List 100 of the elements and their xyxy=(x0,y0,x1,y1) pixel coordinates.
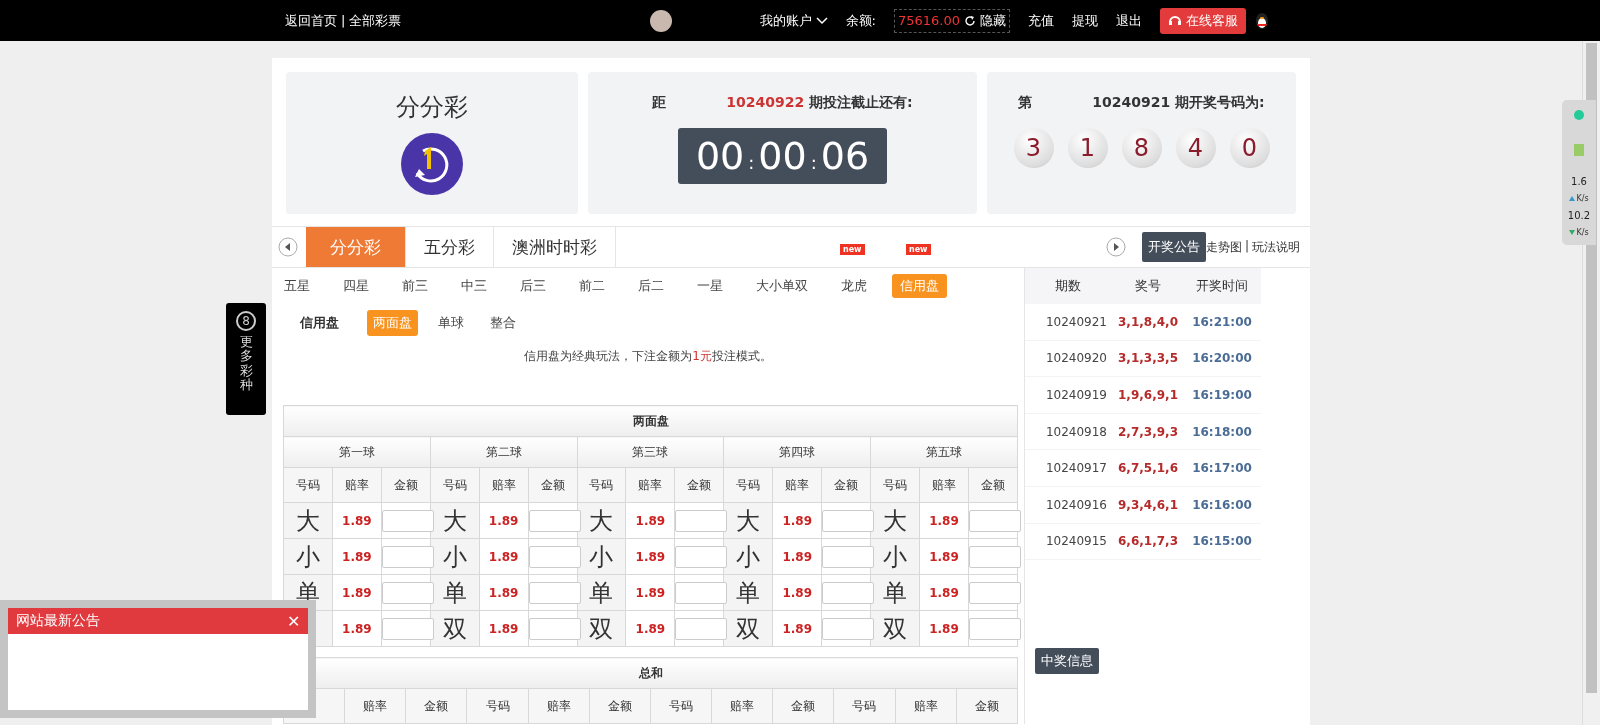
column-header: 号码 xyxy=(833,688,896,724)
column-header: 金额 xyxy=(968,467,1018,503)
winning-numbers: 9,3,4,6,1 xyxy=(1117,497,1179,512)
all-lottery-link[interactable]: 全部彩票 xyxy=(349,11,402,30)
ball-position-header: 第五球 xyxy=(870,436,1018,468)
amount-input[interactable] xyxy=(822,509,875,532)
hide-link[interactable]: 隐藏 xyxy=(980,11,1006,30)
lottery-logo-icon xyxy=(401,133,463,195)
more-lotteries-tab[interactable]: 8 更多彩种 xyxy=(226,303,266,415)
amount-input[interactable] xyxy=(528,581,581,604)
game-name: 分分彩 xyxy=(396,92,468,123)
odds-cell: 1.89 xyxy=(919,538,969,575)
column-header: 号码 xyxy=(430,467,480,503)
period-number: 10240921 xyxy=(1044,314,1108,329)
column-header: 赔率 xyxy=(711,688,773,724)
winners-info-button[interactable]: 中奖信息 xyxy=(1035,648,1099,675)
column-header: 号码 xyxy=(283,467,333,503)
amount-input[interactable] xyxy=(381,617,434,640)
refresh-icon[interactable] xyxy=(964,14,976,27)
period-number: 10240918 xyxy=(1044,424,1108,439)
amount-input[interactable] xyxy=(968,617,1021,640)
close-button[interactable]: ✕ xyxy=(287,611,300,631)
up-arrow-icon xyxy=(1569,196,1576,202)
draw-time: 16:21:00 xyxy=(1191,314,1253,329)
odds-cell: 1.89 xyxy=(772,502,822,539)
period-number: 10240920 xyxy=(1044,351,1108,366)
column-header: 赔率 xyxy=(919,467,969,503)
ball-position-header: 第二球 xyxy=(430,436,578,468)
topbar-link[interactable]: 充值 xyxy=(1028,11,1054,30)
link-separator: | xyxy=(1244,238,1249,255)
results-column-header: 期数 xyxy=(1054,277,1082,295)
amount-input[interactable] xyxy=(528,545,581,568)
period-number: 10240916 xyxy=(1044,497,1108,512)
trend-chart-link[interactable]: 走势图 xyxy=(1205,238,1242,256)
amount-input[interactable] xyxy=(381,545,434,568)
amount-input[interactable] xyxy=(381,581,434,604)
amount-input[interactable] xyxy=(381,509,434,532)
nav-separator: | xyxy=(341,13,346,28)
play-tab[interactable]: 前二 xyxy=(571,274,613,298)
draw-time: 16:19:00 xyxy=(1191,388,1253,402)
draw-time: 16:17:00 xyxy=(1191,461,1253,476)
speed-unit: K/s xyxy=(1576,227,1589,238)
winning-numbers: 6,6,1,7,3 xyxy=(1117,534,1179,549)
play-tab[interactable]: 中三 xyxy=(453,274,495,298)
play-tab[interactable]: 龙虎 xyxy=(833,274,875,298)
avatar-icon[interactable] xyxy=(649,9,672,32)
sub-tab[interactable]: 整合 xyxy=(484,310,522,336)
draw-announcement-button[interactable]: 开奖公告 xyxy=(1141,232,1206,262)
penguin-icon[interactable] xyxy=(1254,11,1270,30)
play-tab[interactable]: 后二 xyxy=(630,274,672,298)
amount-input[interactable] xyxy=(675,581,728,604)
play-tab[interactable]: 后三 xyxy=(512,274,554,298)
amount-input[interactable] xyxy=(675,509,728,532)
sub-tab[interactable]: 单球 xyxy=(432,310,470,336)
column-header: 金额 xyxy=(589,688,651,724)
scroll-right-icon[interactable] xyxy=(1105,237,1126,257)
draw-title: 10240921 期开奖号码为: xyxy=(1092,94,1265,112)
odds-cell: 1.89 xyxy=(479,574,529,611)
column-header: 赔率 xyxy=(625,467,675,503)
column-header: 赔率 xyxy=(895,688,957,724)
amount-input[interactable] xyxy=(528,617,581,640)
account-menu[interactable]: 我的账户 xyxy=(759,11,828,30)
play-tab[interactable]: 前三 xyxy=(394,274,436,298)
topbar-link[interactable]: 提现 xyxy=(1072,11,1098,30)
scroll-left-icon[interactable] xyxy=(278,237,298,257)
new-badge: new xyxy=(906,244,931,255)
draw-time: 16:20:00 xyxy=(1191,351,1253,366)
column-header: 金额 xyxy=(381,467,431,503)
odds-cell: 1.89 xyxy=(332,538,382,575)
amount-input[interactable] xyxy=(968,509,1021,532)
result-ball: 0 xyxy=(1229,128,1270,168)
topbar-link[interactable]: 退出 xyxy=(1116,11,1142,30)
online-service-button[interactable]: 在线客服 xyxy=(1160,7,1246,34)
play-tab[interactable]: 四星 xyxy=(335,274,377,298)
odds-cell: 1.89 xyxy=(332,610,382,647)
column-header: 金额 xyxy=(674,467,724,503)
odds-cell: 1.89 xyxy=(479,538,529,575)
amount-input[interactable] xyxy=(675,545,728,568)
sub-tab-heading: 信用盘 xyxy=(300,314,339,332)
rules-link[interactable]: 玩法说明 xyxy=(1252,238,1300,256)
amount-input[interactable] xyxy=(822,581,875,604)
amount-input[interactable] xyxy=(968,581,1021,604)
play-tab[interactable]: 大小单双 xyxy=(748,274,816,298)
ball-position-header: 第四球 xyxy=(723,436,871,468)
column-header: 赔率 xyxy=(344,688,406,724)
play-tab[interactable]: 一星 xyxy=(689,274,731,298)
amount-input[interactable] xyxy=(822,617,875,640)
play-tab[interactable]: 五星 xyxy=(276,274,318,298)
winning-numbers: 2,7,3,9,3 xyxy=(1117,424,1179,439)
headset-icon xyxy=(1168,13,1182,28)
odds-cell: 1.89 xyxy=(919,610,969,647)
column-header: 号码 xyxy=(577,467,626,503)
odds-cell: 1.89 xyxy=(625,574,675,611)
amount-input[interactable] xyxy=(822,545,875,568)
home-link[interactable]: 返回首页 xyxy=(285,11,337,30)
odds-cell: 1.89 xyxy=(772,574,822,611)
amount-input[interactable] xyxy=(968,545,1021,568)
amount-input[interactable] xyxy=(528,509,581,532)
result-ball: 4 xyxy=(1175,128,1216,168)
amount-input[interactable] xyxy=(675,617,728,640)
